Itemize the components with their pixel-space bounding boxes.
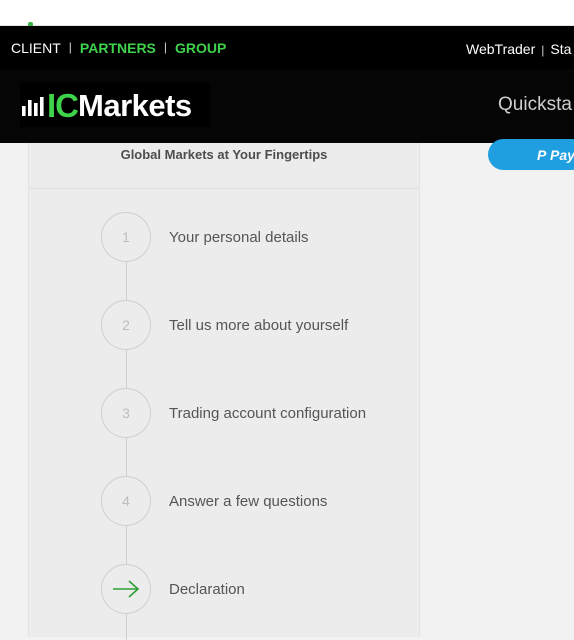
nav-link-webtrader[interactable]: WebTrader [466, 41, 535, 57]
arrow-right-icon [113, 580, 140, 598]
quickstart-link[interactable]: Quickstа [498, 94, 572, 116]
top-nav-right: WebTrader | Sta [466, 41, 571, 57]
step-label: Trading account configuration [169, 405, 367, 422]
browser-top-strip [0, 0, 574, 26]
nav-separator: | [68, 40, 72, 54]
step-number-badge: 4 [101, 476, 151, 526]
registration-card: Global Markets at Your Fingertips 1 Your… [28, 143, 420, 640]
nav-link-client[interactable]: CLIENT [11, 40, 61, 56]
step-label: Declaration [169, 581, 245, 598]
ic-markets-logo[interactable]: IC Markets [20, 83, 210, 127]
step-label: Answer a few questions [169, 493, 328, 510]
nav-separator: | [541, 43, 545, 57]
logo-ic-text: IC [47, 86, 79, 124]
bar-chart-icon [22, 97, 44, 116]
paypal-label: Pay [550, 147, 574, 163]
step-personal-details[interactable]: 1 Your personal details [101, 212, 431, 262]
step-declaration[interactable]: Declaration [101, 564, 431, 614]
top-nav-bar: CLIENT | PARTNERS | GROUP WebTrader | Sta [0, 26, 574, 69]
step-current-badge [101, 564, 151, 614]
top-nav-left: CLIENT | PARTNERS | GROUP [11, 40, 226, 56]
nav-link-partners[interactable]: PARTNERS [80, 40, 156, 56]
card-divider [29, 188, 419, 189]
paypal-button[interactable]: P Pay [488, 139, 574, 170]
step-number-badge: 3 [101, 388, 151, 438]
paypal-icon: P [537, 147, 547, 163]
nav-separator: | [163, 40, 168, 54]
step-questions[interactable]: 4 Answer a few questions [101, 476, 431, 526]
logo-markets-text: Markets [78, 87, 192, 123]
card-tagline: Global Markets at Your Fingertips [120, 147, 328, 162]
step-number-badge: 2 [101, 300, 151, 350]
step-label: Your personal details [169, 229, 309, 246]
step-account-configuration[interactable]: 3 Trading account configuration [101, 388, 431, 438]
nav-link-group[interactable]: GROUP [175, 40, 226, 56]
main-header: IC Markets Quickstа [0, 69, 574, 143]
step-about-yourself[interactable]: 2 Tell us more about yourself [101, 300, 431, 350]
step-label: Tell us more about yourself [169, 317, 349, 334]
nav-link-sta[interactable]: Sta [550, 41, 571, 57]
step-number-badge: 1 [101, 212, 151, 262]
